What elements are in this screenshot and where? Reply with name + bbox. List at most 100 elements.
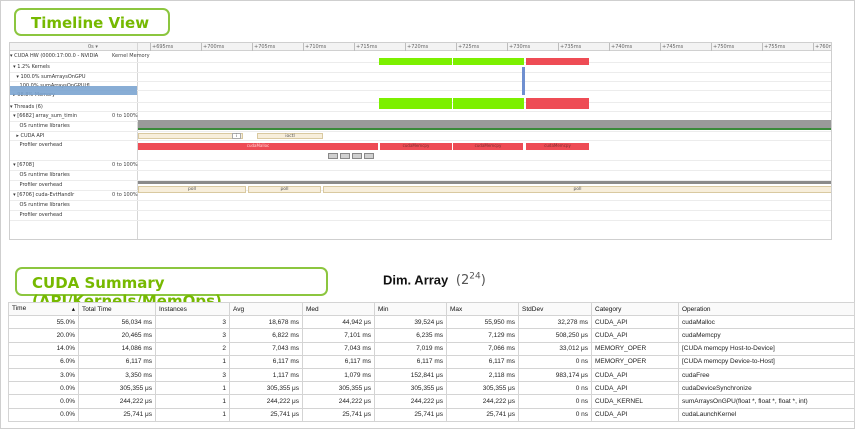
table-cell: 0 ns <box>518 381 592 396</box>
col-category[interactable]: Category <box>591 301 679 317</box>
ruler-tick-line <box>201 43 202 51</box>
timeline-row-label[interactable]: Profiler overhead <box>10 182 112 191</box>
timeline-row[interactable]: ▾ [6708] 0 to 100% <box>10 161 831 171</box>
timeline-panel[interactable]: 0s ▾ +695ms +700ms +705ms +710ms +715ms +720m… <box>9 42 832 240</box>
timeline-row-sublabel: Kernel Memory <box>112 53 150 59</box>
timeline-row-label[interactable]: ▾ [6682] array_sum_timin <box>10 113 112 122</box>
cuda-summary-table[interactable]: Time ▴ Total Time Instances Avg Med Min M… <box>8 301 855 422</box>
timeline-row-label[interactable]: ▾ [6706] cuda-EvtHandlr <box>10 192 112 201</box>
table-cell: 25,741 μs <box>374 407 447 422</box>
thread-6682-utilization[interactable] <box>138 120 831 128</box>
ruler-start[interactable]: 0s ▾ <box>88 44 98 50</box>
col-operation[interactable]: Operation <box>678 301 855 317</box>
table-row[interactable]: 0.0% 244,222 μs 1 244,222 μs 244,222 μs 244,2… <box>8 394 855 409</box>
timeline-row[interactable]: Profiler overhead <box>10 211 831 221</box>
table-row[interactable]: 6.0% 6,117 ms 1 6,117 ms 6,117 ms 6,117 ms 6,1… <box>8 354 855 369</box>
table-cell: 18,678 ms <box>229 315 303 330</box>
table-cell: cudaMalloc <box>678 315 855 330</box>
cuda-memcpy-bar-3[interactable]: cudaMemcpy <box>526 143 589 150</box>
timeline-row-label[interactable]: ▾ 100.0% sumArraysOnGPU <box>10 74 112 82</box>
table-row[interactable]: 0.0% 305,355 μs 1 305,355 μs 305,355 μs 305,3… <box>8 381 855 396</box>
timeline-row-label[interactable]: OS runtime libraries <box>10 172 112 181</box>
col-avg[interactable]: Avg <box>229 301 303 317</box>
col-total-time[interactable]: Total Time <box>78 301 156 317</box>
col-med[interactable]: Med <box>302 301 375 317</box>
table-cell: cudaDeviceSynchronize <box>678 381 855 396</box>
os-runtime-seg-small[interactable]: i <box>232 133 241 139</box>
ruler-tick-line <box>354 43 355 51</box>
memory-bar-1[interactable] <box>379 98 452 109</box>
table-row[interactable]: 20.0% 20,465 ms 3 6,822 ms 7,101 ms 6,235 ms 7… <box>8 328 855 343</box>
ruler-tick-label: +755ms <box>764 44 786 50</box>
timeline-row-sublabel: 0 to 100% <box>112 113 138 119</box>
table-row[interactable]: 0.0% 25,741 μs 1 25,741 μs 25,741 μs 25,741 μ… <box>8 407 855 422</box>
col-time[interactable]: Time ▴ <box>8 301 79 317</box>
ruler-tick-line <box>762 43 763 51</box>
timeline-row-label[interactable]: ▾ 1.2% Kernels <box>10 64 112 73</box>
table-row[interactable]: 14.0% 14,086 ms 2 7,043 ms 7,043 ms 7,019 ms 7… <box>8 341 855 356</box>
table-cell: 1 <box>155 407 230 422</box>
thread-6682-activity[interactable] <box>138 128 831 130</box>
ruler-tick-line <box>252 43 253 51</box>
profiler-box-4[interactable] <box>364 153 374 159</box>
profiler-box-3[interactable] <box>352 153 362 159</box>
selected-kernel-row-highlight <box>10 86 137 95</box>
table-cell: CUDA_API <box>591 328 679 343</box>
power-exponent: 24 <box>469 272 481 282</box>
table-cell: 1 <box>155 381 230 396</box>
ruler-tick-line <box>303 43 304 51</box>
timeline-row-label[interactable]: ▾ Threads (6) <box>10 104 112 112</box>
memory-bar-2[interactable] <box>453 98 524 109</box>
table-cell: 244,222 μs <box>78 394 156 409</box>
timeline-row-label[interactable]: OS runtime libraries <box>10 202 112 211</box>
table-cell: 6,117 ms <box>374 354 447 369</box>
ruler-tick-line <box>660 43 661 51</box>
table-cell: 2 <box>155 341 230 356</box>
memcpy-bar-2[interactable] <box>453 58 524 65</box>
os-runtime-poll-2[interactable]: poll <box>248 186 321 193</box>
memory-bar-3[interactable] <box>526 98 589 109</box>
timeline-row-label[interactable]: Profiler overhead <box>10 142 112 161</box>
timeline-row-label[interactable]: ▾ [6708] <box>10 162 112 171</box>
col-max[interactable]: Max <box>446 301 519 317</box>
profiler-box-1[interactable] <box>328 153 338 159</box>
table-cell: 0.0% <box>8 394 79 409</box>
timeline-row[interactable]: ▾ 100.0% sumArraysOnGPU <box>10 73 831 82</box>
table-cell: 55,950 ms <box>446 315 519 330</box>
table-cell: 56,034 ms <box>78 315 156 330</box>
memcpy-bar-1[interactable] <box>379 58 452 65</box>
timeline-row-label[interactable]: ▾ CUDA HW (0000:17:00.0 - NVIDIA <box>10 53 112 63</box>
timeline-row-label[interactable]: ▸ CUDA API <box>10 133 112 141</box>
kernel-bar[interactable] <box>522 67 525 95</box>
table-cell: 3 <box>155 315 230 330</box>
table-row[interactable]: 3.0% 3,350 ms 3 1,117 ms 1,079 ms 152,841 μs 2… <box>8 367 855 383</box>
timeline-row[interactable]: OS runtime libraries <box>10 201 831 211</box>
col-stddev[interactable]: StdDev <box>518 301 592 317</box>
ruler-tick-label: +750ms <box>713 44 735 50</box>
table-cell: cudaMemcpy <box>678 328 855 343</box>
table-row[interactable]: 55.0% 56,034 ms 3 18,678 ms 44,942 μs 39,524 … <box>8 315 855 330</box>
table-cell: 0 ns <box>518 394 592 409</box>
sort-arrow-icon[interactable]: ▴ <box>72 305 75 313</box>
os-runtime-poll-3[interactable]: poll <box>323 186 831 193</box>
timeline-row-label[interactable]: Profiler overhead <box>10 212 112 221</box>
profiler-box-2[interactable] <box>340 153 350 159</box>
table-cell: MEMORY_OPER <box>591 354 679 369</box>
timeline-row[interactable]: ▸ CUDA API <box>10 132 831 141</box>
timeline-row[interactable]: OS runtime libraries <box>10 171 831 181</box>
os-runtime-ioctl[interactable]: ioctl <box>257 133 323 139</box>
cuda-malloc-bar[interactable]: cudaMalloc <box>138 143 378 150</box>
table-cell: [CUDA memcpy Host-to-Device] <box>678 341 855 356</box>
timeline-row-label[interactable]: OS runtime libraries <box>10 123 112 132</box>
memcpy-bar-3[interactable] <box>526 58 589 65</box>
cuda-memcpy-bar-2[interactable]: cudaMemcpy <box>453 143 523 150</box>
ruler-tick-label: +695ms <box>152 44 174 50</box>
col-instances[interactable]: Instances <box>155 301 230 317</box>
os-runtime-poll-1[interactable]: poll <box>138 186 246 193</box>
col-min[interactable]: Min <box>374 301 447 317</box>
os-runtime-seg-1[interactable] <box>138 133 243 139</box>
cuda-memcpy-bar-1[interactable]: cudaMemcpy <box>380 143 452 150</box>
thread-6708-utilization[interactable] <box>138 181 831 184</box>
timeline-row-sublabel: 0 to 100% <box>112 192 138 198</box>
table-header-row: Time ▴ Total Time Instances Avg Med Min M… <box>8 301 855 317</box>
